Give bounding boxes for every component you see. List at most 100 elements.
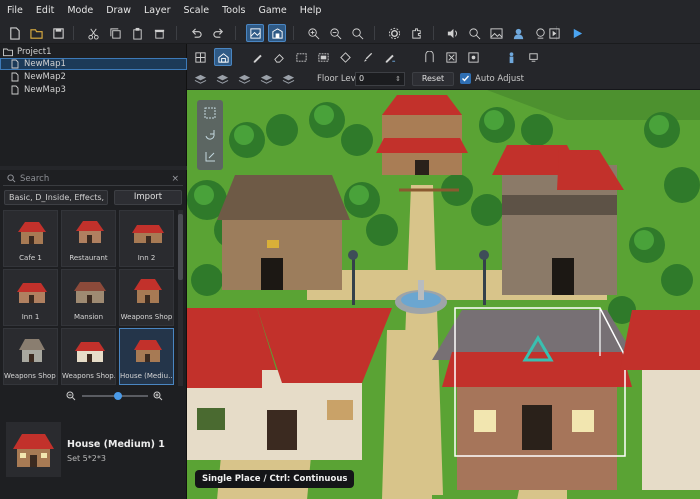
select-tool-icon[interactable] xyxy=(203,106,217,120)
image-icon[interactable] xyxy=(487,24,505,42)
asset-tile[interactable]: Mansion xyxy=(61,269,116,326)
clear-icon[interactable]: × xyxy=(171,174,179,184)
tile-label: Inn 1 xyxy=(21,313,40,321)
left-panel: Project1 NewMap1 NewMap2 NewMap3 Search … xyxy=(0,44,187,499)
rotate-tool-icon[interactable] xyxy=(203,128,217,142)
selected-asset-preview xyxy=(6,422,61,477)
menu-scale[interactable]: Scale xyxy=(179,0,218,22)
picture-frame-icon[interactable] xyxy=(464,48,482,66)
import-button[interactable]: Import xyxy=(114,190,182,205)
deploy-icon[interactable] xyxy=(545,24,563,42)
asset-tile[interactable]: Weapons Shop 2 xyxy=(3,328,58,385)
zoom-out-icon[interactable] xyxy=(326,24,344,42)
layer-4-icon[interactable] xyxy=(279,70,297,88)
pencil-icon[interactable] xyxy=(248,48,266,66)
project-root[interactable]: Project1 xyxy=(0,46,187,58)
building-mode-icon[interactable] xyxy=(214,48,232,66)
copy-icon[interactable] xyxy=(106,24,124,42)
stamp-icon[interactable] xyxy=(524,48,542,66)
tile-scrollbar-thumb[interactable] xyxy=(178,214,183,280)
character-icon[interactable] xyxy=(509,24,527,42)
reset-button[interactable]: Reset xyxy=(412,72,454,86)
map-name: NewMap3 xyxy=(24,85,66,95)
menu-file[interactable]: File xyxy=(2,0,31,22)
person-icon[interactable] xyxy=(502,48,520,66)
building-thumbnail xyxy=(134,279,162,303)
auto-adjust-checkbox[interactable] xyxy=(460,73,471,84)
undo-icon[interactable] xyxy=(187,24,205,42)
menu-edit[interactable]: Edit xyxy=(31,0,62,22)
map-file-icon xyxy=(11,59,19,69)
map-item-newmap3[interactable]: NewMap3 xyxy=(0,84,187,96)
building-thumbnail xyxy=(132,225,164,243)
menu-bar: File Edit Mode Draw Layer Scale Tools Ga… xyxy=(0,0,700,22)
playtest-icon[interactable] xyxy=(568,24,586,42)
map-item-newmap2[interactable]: NewMap2 xyxy=(0,71,187,83)
spin-arrows-icon[interactable]: ⇕ xyxy=(395,73,401,85)
tile-label: Cafe 1 xyxy=(19,254,42,262)
lasso-icon[interactable] xyxy=(336,48,354,66)
plugin-icon[interactable] xyxy=(407,24,425,42)
layer-1-icon[interactable] xyxy=(213,70,231,88)
menu-mode[interactable]: Mode xyxy=(62,0,101,22)
asset-tile[interactable]: Weapons Shop... xyxy=(61,328,116,385)
asset-tile[interactable]: Cafe 1 xyxy=(3,210,58,267)
asset-tile[interactable]: Weapons Shop xyxy=(119,269,174,326)
zoom-slider-handle[interactable] xyxy=(114,392,122,400)
folder-icon xyxy=(3,48,13,57)
open-folder-icon[interactable] xyxy=(27,24,45,42)
layer-3-icon[interactable] xyxy=(257,70,275,88)
redo-icon[interactable] xyxy=(209,24,227,42)
menu-draw[interactable]: Draw xyxy=(101,0,139,22)
tile-label: Weapons Shop 2 xyxy=(4,372,57,380)
search-resource-icon[interactable] xyxy=(465,24,483,42)
thumbnail-zoom xyxy=(60,390,170,402)
menu-tools[interactable]: Tools xyxy=(217,0,253,22)
shadow-pen-icon[interactable] xyxy=(380,48,398,66)
asset-tile[interactable]: Restaurant xyxy=(61,210,116,267)
brush-icon[interactable] xyxy=(358,48,376,66)
event-mode-icon[interactable] xyxy=(268,24,286,42)
grid-icon[interactable] xyxy=(191,48,209,66)
sound-icon[interactable] xyxy=(443,24,461,42)
paste-icon[interactable] xyxy=(128,24,146,42)
panel-splitter[interactable] xyxy=(0,166,187,170)
menu-help[interactable]: Help xyxy=(295,0,330,22)
settings-icon[interactable] xyxy=(385,24,403,42)
main-toolbar xyxy=(0,22,700,44)
save-icon[interactable] xyxy=(49,24,67,42)
tile-label: House (Mediu... xyxy=(120,372,173,380)
asset-tile[interactable]: Inn 2 xyxy=(119,210,174,267)
layer-2-icon[interactable] xyxy=(235,70,253,88)
project-name: Project1 xyxy=(17,47,52,57)
delete-icon[interactable] xyxy=(150,24,168,42)
zoom-reset-icon[interactable] xyxy=(348,24,366,42)
resize-tool-icon[interactable] xyxy=(203,150,217,164)
map-item-newmap1[interactable]: NewMap1 xyxy=(0,58,187,70)
asset-tile-selected[interactable]: House (Mediu... xyxy=(119,328,174,385)
building-thumbnail xyxy=(75,342,105,362)
new-file-icon[interactable] xyxy=(5,24,23,42)
rect-select-icon[interactable] xyxy=(292,48,310,66)
eraser-icon[interactable] xyxy=(270,48,288,66)
menu-game[interactable]: Game xyxy=(253,0,294,22)
search-input[interactable]: Search × xyxy=(3,172,183,186)
map-mode-icon[interactable] xyxy=(246,24,264,42)
zoom-in-icon[interactable] xyxy=(153,391,163,401)
building-thumbnail xyxy=(76,221,104,243)
cross-box-icon[interactable] xyxy=(442,48,460,66)
menu-layer[interactable]: Layer xyxy=(139,0,179,22)
tile-label: Weapons Shop xyxy=(120,313,173,321)
fill-rect-icon[interactable] xyxy=(314,48,332,66)
zoom-in-icon[interactable] xyxy=(304,24,322,42)
floor-level-spinbox[interactable]: 0 ⇕ xyxy=(355,72,405,86)
zoom-out-icon[interactable] xyxy=(66,391,76,401)
map-canvas[interactable] xyxy=(187,90,700,499)
door-icon[interactable] xyxy=(420,48,438,66)
cut-icon[interactable] xyxy=(84,24,102,42)
filter-value: Basic, D_Inside, Effects, I... xyxy=(9,193,108,202)
map-floating-toolbar xyxy=(197,100,223,170)
category-filter-select[interactable]: Basic, D_Inside, Effects, I... xyxy=(4,190,108,205)
layer-all-icon[interactable] xyxy=(191,70,209,88)
asset-tile[interactable]: Inn 1 xyxy=(3,269,58,326)
